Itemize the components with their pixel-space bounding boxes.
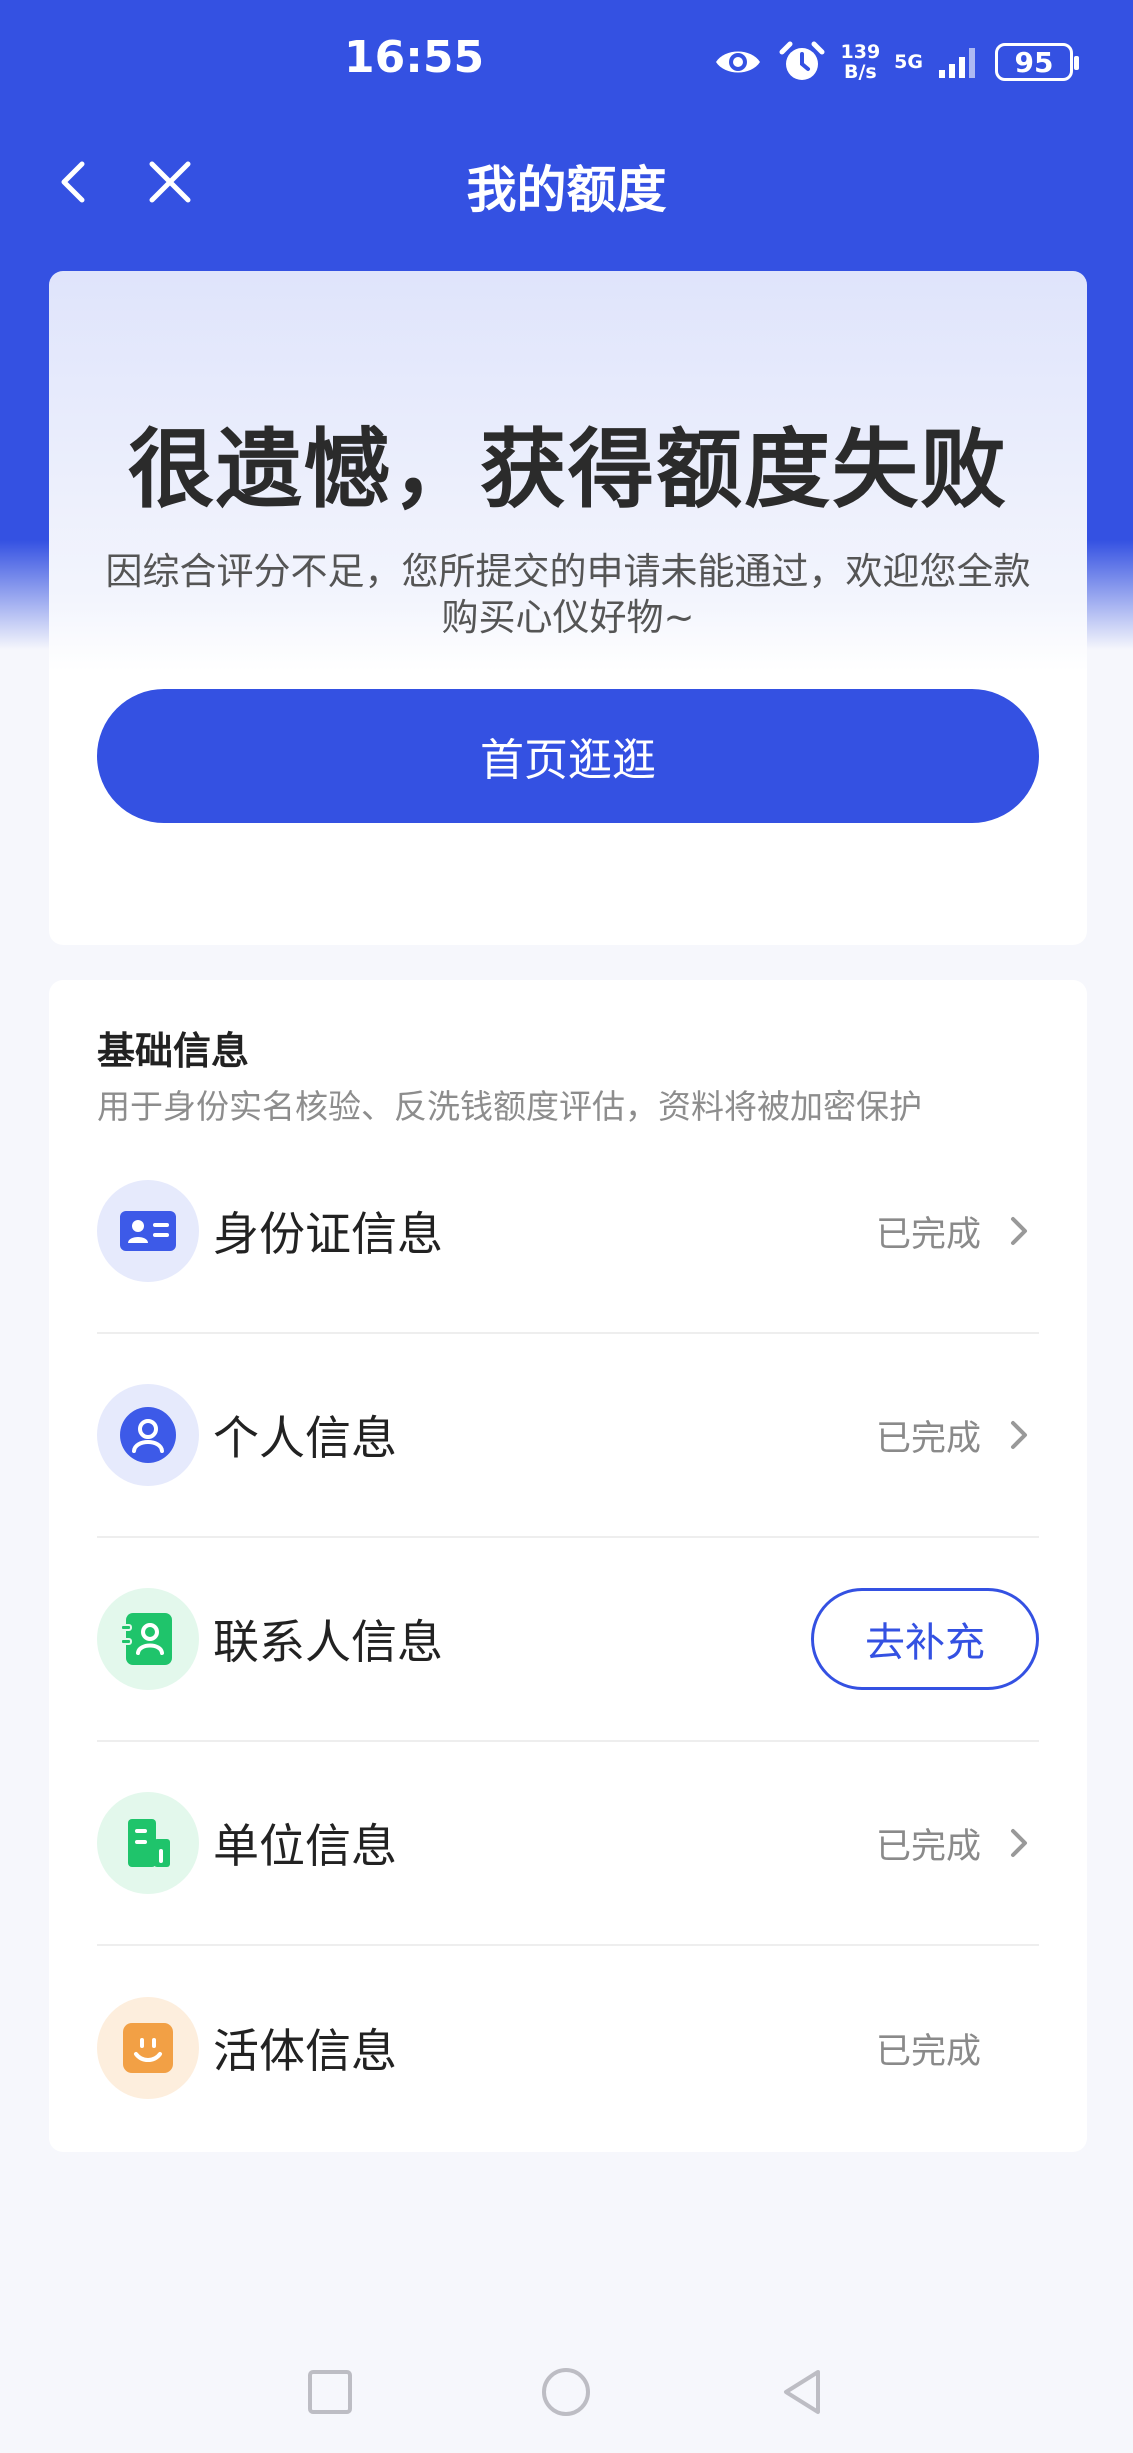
info-row-liveness[interactable]: 活体信息 已完成	[97, 1946, 1039, 2150]
result-title: 很遗憾，获得额度失败	[128, 420, 1008, 520]
page-title: 我的额度	[466, 161, 667, 219]
building-icon	[97, 1792, 199, 1894]
basic-info-card: 基础信息 用于身份实名核验、反洗钱额度评估，资料将被加密保护 身份证信息 已完成	[49, 980, 1087, 2152]
row-label-employer: 单位信息	[213, 1819, 397, 1873]
recent-apps-icon[interactable]	[300, 2362, 360, 2422]
signal-icon	[939, 48, 975, 78]
battery-indicator: 95	[995, 43, 1079, 81]
eye-icon	[715, 51, 760, 73]
row-status-liveness: 已完成	[875, 2031, 981, 2072]
row-status-id-card: 已完成	[875, 1214, 981, 1255]
chevron-right-icon	[1011, 1217, 1027, 1245]
home-browse-button[interactable]: 首页逛逛	[97, 689, 1039, 823]
chevron-right-icon	[1011, 1421, 1027, 1449]
back-triangle-icon[interactable]	[772, 2362, 832, 2422]
row-label-personal: 个人信息	[213, 1411, 397, 1465]
net-speed-value: 139	[840, 41, 881, 63]
row-label-liveness: 活体信息	[213, 2024, 397, 2078]
contacts-icon	[97, 1588, 199, 1690]
result-description: 因综合评分不足，您所提交的申请未能通过，欢迎您全款购买心仪好物~	[105, 550, 1031, 639]
person-icon	[97, 1384, 199, 1486]
net-speed: 139 B/s	[841, 42, 881, 82]
face-icon	[97, 1997, 199, 2099]
net-speed-unit: B/s	[843, 61, 877, 83]
status-time: 16:55	[344, 32, 485, 83]
status-icons: 139 B/s 5G 95	[713, 34, 1079, 90]
row-status-personal: 已完成	[875, 1418, 981, 1459]
id-card-icon	[97, 1180, 199, 1282]
section-title: 基础信息	[97, 1029, 250, 1073]
home-circle-icon[interactable]	[536, 2362, 596, 2422]
row-status-employer: 已完成	[875, 1826, 981, 1867]
info-row-employer[interactable]: 单位信息 已完成	[97, 1742, 1039, 1946]
section-subtitle: 用于身份实名核验、反洗钱额度评估，资料将被加密保护	[97, 1087, 922, 1126]
supplement-button[interactable]: 去补充	[811, 1588, 1039, 1690]
info-row-id-card[interactable]: 身份证信息 已完成	[97, 1130, 1039, 1334]
row-label-contacts: 联系人信息	[213, 1615, 443, 1669]
network-type: 5G	[894, 51, 923, 73]
result-card: 很遗憾，获得额度失败 因综合评分不足，您所提交的申请未能通过，欢迎您全款购买心仪…	[49, 271, 1087, 945]
alarm-icon	[779, 41, 824, 80]
row-label-id-card: 身份证信息	[213, 1207, 443, 1261]
info-row-personal[interactable]: 个人信息 已完成	[97, 1334, 1039, 1538]
info-row-contacts[interactable]: 联系人信息 去补充	[97, 1538, 1039, 1742]
chevron-right-icon	[1011, 1829, 1027, 1857]
